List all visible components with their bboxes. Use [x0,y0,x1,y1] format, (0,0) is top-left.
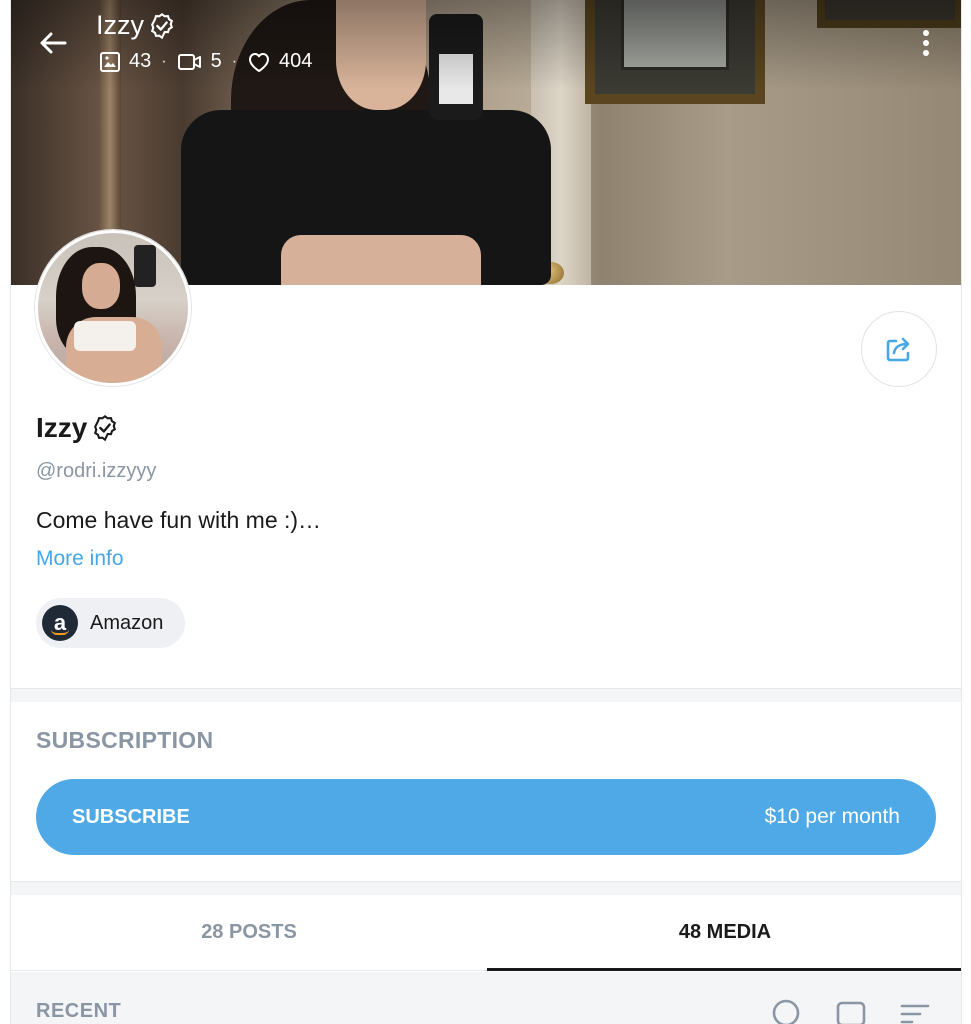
profile-header-bar: Izzy 43 · 5 · 404 [11,0,961,90]
videos-count: 5 [177,50,222,73]
header-name-text: Izzy [96,10,145,40]
photos-count: 43 [99,50,151,73]
likes-count: 404 [247,50,312,73]
image-icon [100,51,120,72]
tab-media[interactable]: 48 MEDIA [487,895,961,971]
header-stats: 43 · 5 · 404 [99,50,312,73]
share-icon [886,337,910,362]
stat-separator: · [231,52,238,70]
amazon-logo-icon: a [42,605,78,641]
verified-badge-icon [150,12,174,39]
subscribe-label: SUBSCRIBE [72,805,190,828]
subscribe-price: $10 per month [764,805,900,828]
profile-page: Izzy 43 · 5 · 404 Izzy @rodri.izzyyy Com… [10,0,962,1024]
amazon-link-label: Amazon [90,611,164,634]
likes-count-value: 404 [279,50,313,72]
more-vert-icon[interactable] [913,27,939,59]
profile-name: Izzy [36,412,119,444]
search-icon[interactable] [771,998,803,1024]
recent-label: RECENT [36,1000,122,1022]
photos-count-value: 43 [129,50,152,72]
section-divider [11,688,961,702]
header-profile-name: Izzy [96,10,176,41]
back-arrow-icon[interactable] [37,27,69,59]
profile-name-text: Izzy [36,412,88,443]
video-icon [177,53,201,70]
tab-posts[interactable]: 28 POSTS [11,895,487,970]
subscription-title: SUBSCRIPTION [36,727,214,753]
profile-handle: @rodri.izzyyy [36,460,157,482]
stat-separator: · [161,52,167,70]
amazon-link-chip[interactable]: a Amazon [36,598,186,648]
share-button[interactable] [861,311,937,387]
profile-bio: Come have fun with me :)… [36,507,322,533]
more-info-link[interactable]: More info [36,547,124,571]
section-divider [11,881,961,895]
grid-view-icon[interactable] [835,998,867,1024]
avatar[interactable] [35,230,191,386]
subscribe-button[interactable]: SUBSCRIBE $10 per month [36,779,936,855]
sort-icon[interactable] [899,998,931,1024]
verified-badge-icon [94,415,117,442]
feed-toolbar [11,972,961,1024]
content-tabs: 28 POSTS 48 MEDIA [11,895,961,971]
videos-count-value: 5 [210,50,222,72]
heart-icon [249,52,270,72]
